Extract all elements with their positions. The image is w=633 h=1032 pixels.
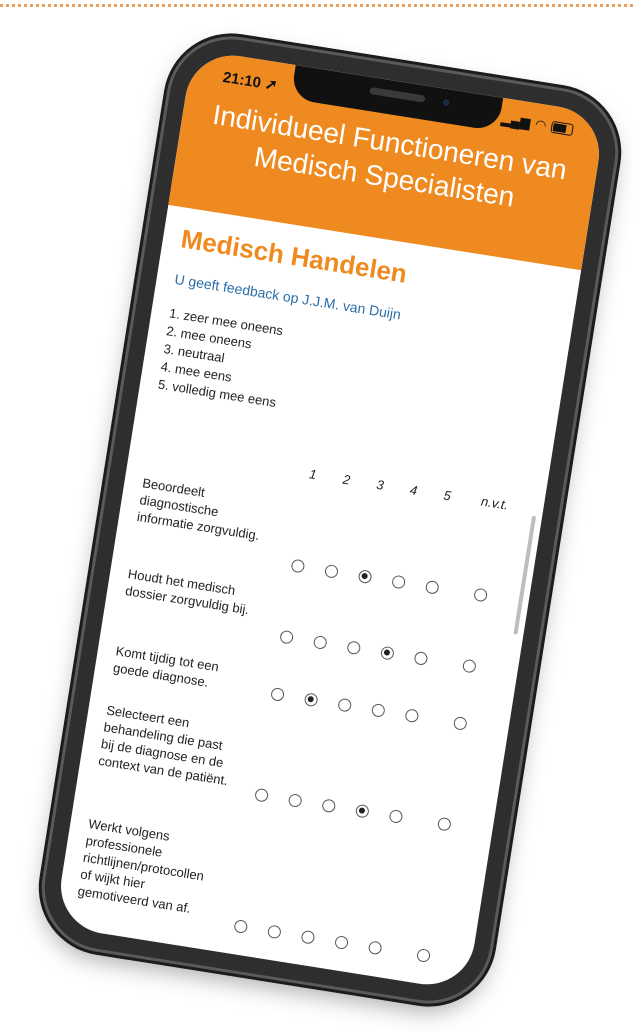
scale-legend: 1. zeer mee oneens 2. mee oneens 3. neut…	[157, 304, 289, 412]
radio-option-nvt[interactable]	[436, 816, 452, 832]
signal-icon: ▂▄▆	[500, 110, 532, 131]
dotted-rule	[0, 4, 633, 7]
location-arrow-icon: ➚	[263, 75, 279, 95]
phone-mockup: 21:10 ➚ ▂▄▆ ◠ Individueel Functioneren v…	[35, 30, 625, 1010]
radio-option-5[interactable]	[413, 650, 429, 666]
question-text: Selecteert een behandeling die past bij …	[97, 702, 229, 789]
question-row: Werkt volgens professionele richtlijnen/…	[72, 812, 485, 963]
question-row: Komt tijdig tot een goede diagnose.	[99, 639, 512, 731]
radio-option-1[interactable]	[290, 558, 306, 574]
question-text: Werkt volgens professionele richtlijnen/…	[76, 816, 206, 916]
radio-option-1[interactable]	[254, 787, 270, 803]
phone-screen: 21:10 ➚ ▂▄▆ ◠ Individueel Functioneren v…	[54, 48, 606, 992]
speaker-grille	[369, 86, 426, 103]
question-text: Beoordeelt diagnostische informatie zorg…	[136, 475, 261, 544]
radio-option-2[interactable]	[312, 635, 328, 650]
column-header-3: 3	[375, 476, 385, 493]
question-text: Houdt het medisch dossier zorgvuldig bij…	[124, 566, 251, 618]
radio-option-3[interactable]	[321, 798, 337, 814]
radio-option-3[interactable]	[300, 929, 316, 945]
radio-option-4[interactable]	[354, 803, 370, 819]
question-row: Houdt het medisch dossier zorgvuldig bij…	[112, 562, 525, 674]
radio-option-2[interactable]	[324, 563, 339, 579]
radio-option-2[interactable]	[287, 793, 303, 808]
status-time: 21:10 ➚	[222, 68, 279, 94]
radio-option-nvt[interactable]	[416, 948, 431, 963]
radio-option-4[interactable]	[379, 645, 395, 661]
radio-option-3[interactable]	[346, 640, 362, 656]
column-header-2: 2	[341, 471, 352, 488]
radio-option-4[interactable]	[334, 935, 349, 950]
column-header-nvt: n.v.t.	[480, 493, 510, 513]
column-header-4: 4	[408, 482, 419, 499]
status-icons: ▂▄▆ ◠	[500, 111, 574, 138]
status-time-text: 21:10	[221, 68, 263, 92]
radio-option-1[interactable]	[270, 687, 286, 702]
battery-icon	[550, 120, 574, 137]
column-header-5: 5	[442, 487, 453, 504]
radio-option-1[interactable]	[279, 629, 295, 645]
radio-option-nvt[interactable]	[452, 715, 468, 731]
radio-option-3[interactable]	[357, 569, 373, 585]
radio-option-5[interactable]	[424, 579, 440, 595]
front-camera	[439, 96, 453, 109]
column-header-1: 1	[308, 466, 318, 483]
question-text: Komt tijdig tot een goede diagnose.	[112, 643, 220, 690]
wifi-icon: ◠	[534, 116, 548, 133]
radio-option-4[interactable]	[391, 574, 407, 590]
radio-option-5[interactable]	[404, 708, 420, 724]
radio-option-4[interactable]	[370, 702, 386, 718]
radio-option-5[interactable]	[388, 809, 404, 824]
radio-option-3[interactable]	[337, 697, 353, 713]
radio-option-2[interactable]	[303, 692, 319, 708]
radio-option-nvt[interactable]	[473, 587, 489, 603]
radio-option-nvt[interactable]	[461, 658, 477, 674]
question-row: Selecteert een behandeling die past bij …	[90, 699, 503, 832]
radio-option-5[interactable]	[367, 940, 383, 956]
radio-option-1[interactable]	[233, 919, 249, 934]
radio-option-2[interactable]	[266, 924, 282, 940]
